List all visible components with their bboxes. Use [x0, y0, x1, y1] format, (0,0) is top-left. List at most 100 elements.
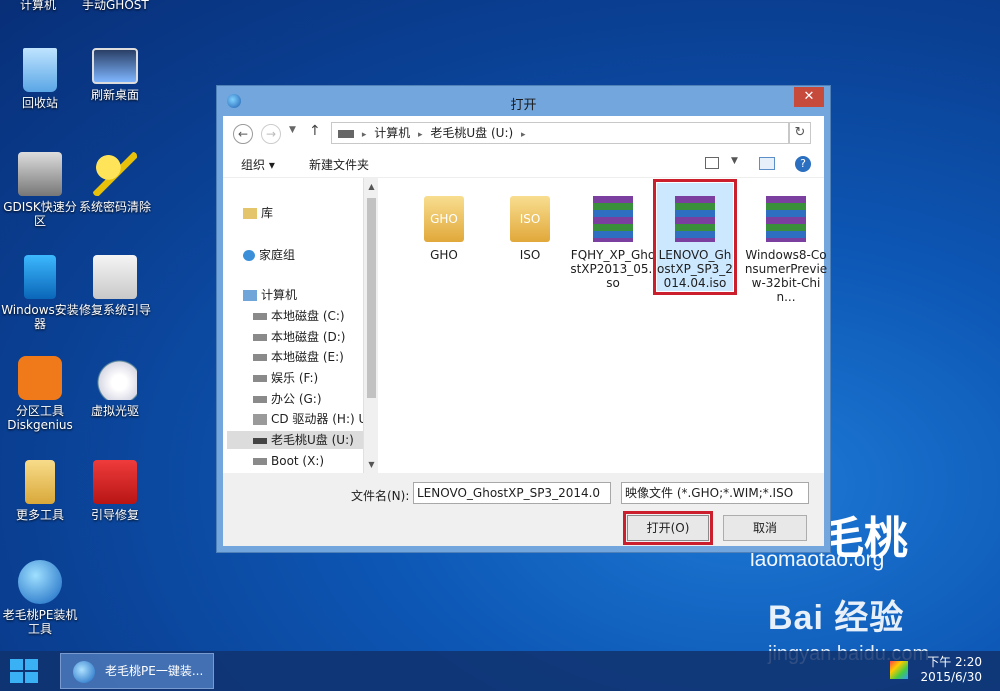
address-bar[interactable]: ▸ 计算机 ▸ 老毛桃U盘 (U:) ▸ [331, 122, 789, 144]
desktop-icon-label: 更多工具 [15, 508, 64, 522]
dialog-title: 打开 [510, 98, 537, 113]
nav-item-label: 办公 (G:) [271, 392, 322, 406]
nav-item-drive-g[interactable]: 办公 (G:) [253, 390, 322, 408]
refresh-desktop-icon [92, 48, 138, 84]
file-item-gho-folder[interactable]: GHO GHO [404, 196, 484, 262]
key-icon [93, 152, 137, 196]
desktop-icon-gdisk[interactable]: GDISK快速分区 [0, 152, 80, 228]
help-button[interactable]: ? [795, 156, 811, 172]
preview-pane-icon[interactable] [759, 157, 775, 170]
clock-date: 2015/6/30 [920, 670, 982, 684]
library-icon [243, 208, 257, 219]
nav-item-computer[interactable]: 计算机 [243, 286, 297, 304]
nav-item-usb-drive[interactable]: 老毛桃U盘 (U:) [227, 431, 363, 449]
desktop-icon-label: 虚拟光驱 [90, 404, 139, 418]
folder-icon: GHO [424, 196, 464, 242]
desktop-icon-recycle-bin[interactable]: 回收站 [0, 48, 80, 110]
computer-icon [243, 290, 257, 301]
nav-item-label: 家庭组 [259, 248, 296, 262]
cancel-button[interactable]: 取消 [723, 515, 807, 541]
desktop-label-manual-ghost[interactable]: 手动GHOST [82, 0, 149, 13]
file-item-iso-selected[interactable]: LENOVO_GhostXP_SP3_2014.04.iso [653, 179, 737, 295]
clock-time: 下午 2:20 [927, 655, 982, 669]
usb-drive-icon [253, 437, 267, 444]
command-toolbar: 组织 ▾ 新建文件夹 ▼ ? [223, 150, 824, 178]
desktop-icon-diskgenius[interactable]: 分区工具Diskgenius [0, 356, 80, 432]
folder-icon [25, 460, 55, 504]
drive-icon [338, 129, 354, 138]
desktop-icon-label: 回收站 [21, 96, 58, 110]
file-name: ISO [519, 248, 541, 262]
open-button[interactable]: 打开(O) [623, 511, 713, 545]
desktop-icon-virtual-drive[interactable]: 虚拟光驱 [75, 356, 155, 418]
folder-icon: ISO [510, 196, 550, 242]
desktop-icon-refresh[interactable]: 刷新桌面 [75, 48, 155, 102]
file-name-input[interactable]: LENOVO_GhostXP_SP3_2014.0 [413, 482, 611, 504]
desktop-icon-label: 引导修复 [90, 508, 139, 522]
address-part-computer[interactable]: 计算机 [374, 126, 410, 140]
view-chevron-down-icon[interactable]: ▼ [731, 156, 738, 166]
refresh-button[interactable]: ↻ [789, 122, 811, 144]
nav-item-drive-d[interactable]: 本地磁盘 (D:) [253, 328, 345, 346]
desktop-icon-more-tools[interactable]: 更多工具 [0, 460, 80, 522]
desktop-icon-pe-installer[interactable]: 老毛桃PE装机工具 [0, 560, 80, 636]
nav-item-cd-drive[interactable]: CD 驱动器 (H:) U [253, 410, 367, 428]
nav-item-label: 娱乐 (F:) [271, 371, 319, 385]
desktop-icon-boot-repair[interactable]: 引导修复 [75, 460, 155, 522]
file-item-iso-folder[interactable]: ISO ISO [490, 196, 570, 262]
nav-item-label: Boot (X:) [271, 454, 325, 468]
taskbar-item-pe-installer[interactable]: 老毛桃PE一键装... [60, 653, 214, 689]
file-item-iso[interactable]: Windows8-ConsumerPreview-32bit-Chin... [744, 196, 828, 304]
system-clock[interactable]: 下午 2:20 2015/6/30 [920, 655, 982, 685]
nav-item-boot-drive[interactable]: Boot (X:) [253, 452, 324, 470]
forward-button[interactable]: → [261, 124, 281, 144]
nav-pane-scrollbar[interactable]: ▲ ▼ [363, 178, 378, 473]
file-item-iso[interactable]: FQHY_XP_GhostXP2013_05.iso [570, 196, 656, 290]
file-name: Windows8-ConsumerPreview-32bit-Chin... [744, 248, 828, 304]
nav-item-library[interactable]: 库 [243, 204, 273, 222]
start-button[interactable] [10, 659, 40, 683]
desktop-label-computer[interactable]: 计算机 [20, 0, 56, 13]
windows-installer-icon [24, 255, 56, 299]
scrollbar-thumb[interactable] [367, 198, 376, 398]
dialog-titlebar[interactable]: 打开 ✕ [217, 86, 830, 116]
virtual-drive-icon [93, 356, 137, 400]
drive-icon [253, 396, 267, 403]
file-name: LENOVO_GhostXP_SP3_2014.04.iso [657, 248, 733, 290]
taskbar-item-label: 老毛桃PE一键装... [105, 664, 204, 678]
nav-item-drive-e[interactable]: 本地磁盘 (E:) [253, 348, 344, 366]
nav-item-drive-c[interactable]: 本地磁盘 (C:) [253, 307, 345, 325]
laomaotao-peach-icon [73, 661, 95, 683]
desktop-icon-windows-installer[interactable]: Windows安装器 [0, 255, 80, 331]
back-button[interactable]: ← [233, 124, 253, 144]
drive-icon [253, 375, 267, 382]
desktop-icon-password-clear[interactable]: 系统密码清除 [75, 152, 155, 214]
nav-item-drive-f[interactable]: 娱乐 (F:) [253, 369, 318, 387]
desktop-icon-repair-boot[interactable]: 修复系统引导 [75, 255, 155, 317]
tray-color-icon[interactable] [890, 661, 908, 679]
close-button[interactable]: ✕ [794, 87, 824, 107]
desktop-icon-label: 刷新桌面 [90, 88, 139, 102]
desktop-icon-label: 分区工具Diskgenius [7, 404, 73, 432]
nav-item-label: 库 [261, 206, 274, 220]
scroll-down-arrow-icon[interactable]: ▼ [364, 460, 379, 469]
desktop-icon-label: 老毛桃PE装机工具 [2, 608, 78, 636]
winrar-archive-icon [766, 196, 806, 242]
file-list-pane: GHO GHO ISO ISO FQHY_XP_GhostXP2013_05.i… [378, 178, 827, 473]
new-folder-button[interactable]: 新建文件夹 [309, 156, 369, 173]
taskbar: 老毛桃PE一键装... 下午 2:20 2015/6/30 [0, 651, 1000, 691]
up-button[interactable]: ↑ [309, 123, 321, 139]
winrar-archive-icon [593, 196, 633, 242]
view-options-icon[interactable] [705, 157, 719, 169]
nav-item-label: CD 驱动器 (H:) U [271, 412, 368, 426]
drive-icon [253, 313, 267, 320]
address-part-usb[interactable]: 老毛桃U盘 (U:) [430, 126, 513, 140]
nav-item-homegroup[interactable]: 家庭组 [243, 246, 295, 264]
desktop-icon-label: 修复系统引导 [78, 303, 151, 317]
scroll-up-arrow-icon[interactable]: ▲ [364, 182, 379, 191]
nav-item-label: 本地磁盘 (E:) [271, 350, 344, 364]
recent-locations-chevron-icon[interactable]: ▼ [289, 125, 296, 135]
organize-button[interactable]: 组织 ▾ [241, 156, 275, 173]
desktop-icon-label: Windows安装器 [1, 303, 79, 331]
file-type-select[interactable]: 映像文件 (*.GHO;*.WIM;*.ISO [621, 482, 809, 504]
